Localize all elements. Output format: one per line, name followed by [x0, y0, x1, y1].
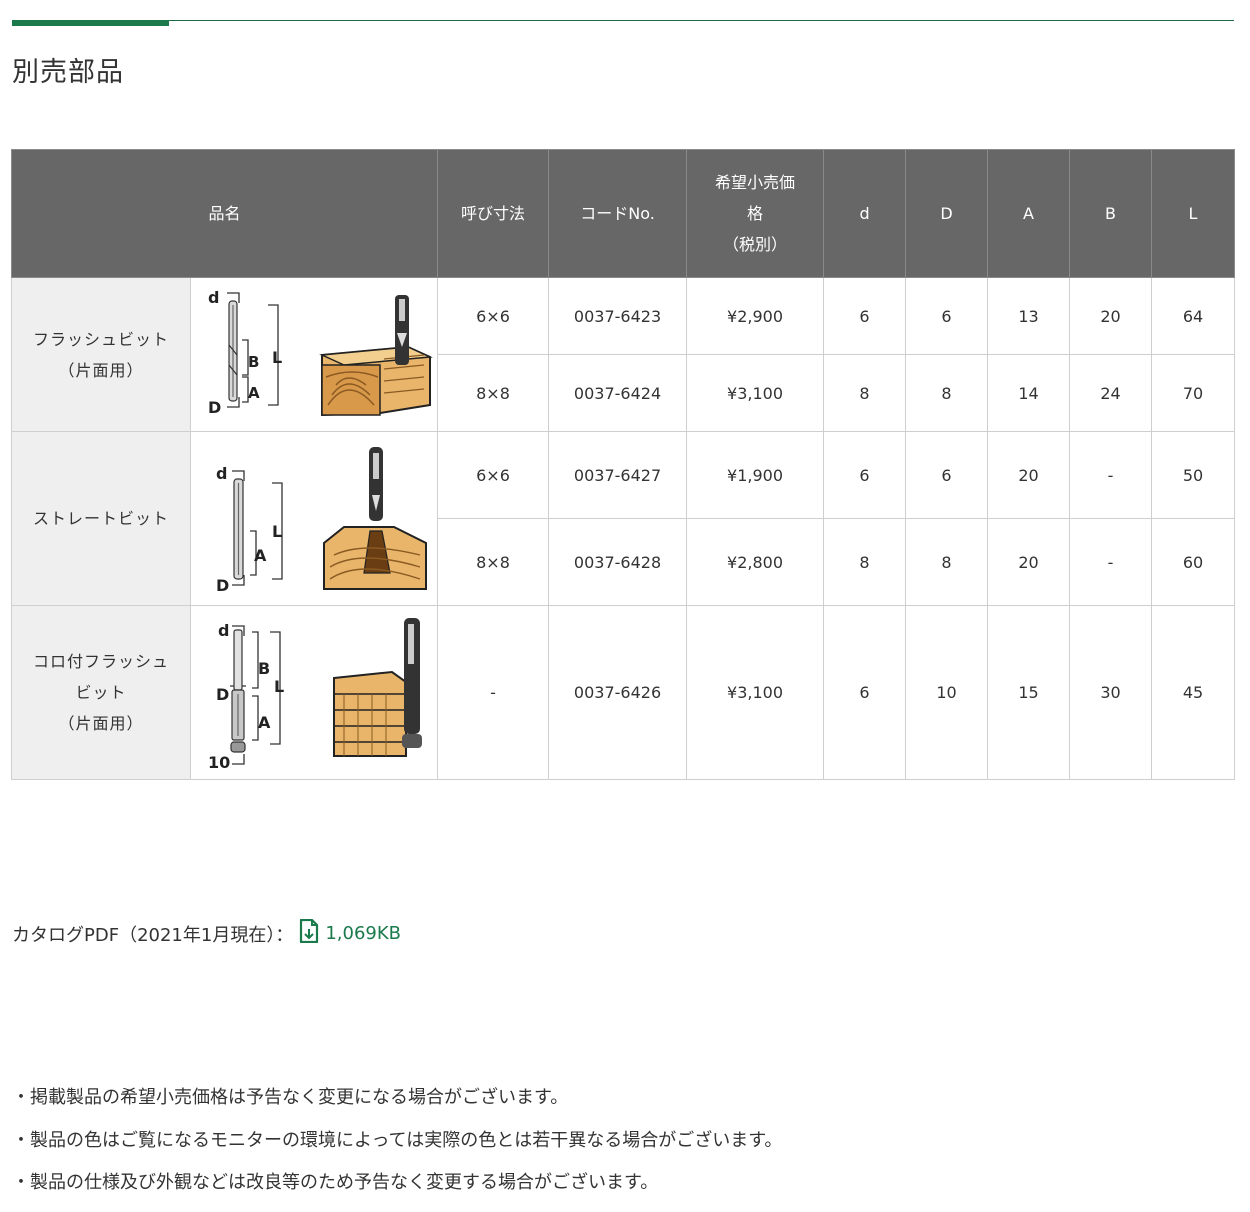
cell-code: 0037-6423: [548, 277, 688, 355]
catalog-label: カタログPDF（2021年1月現在）：: [12, 924, 294, 946]
diagram-label-D: D: [208, 398, 221, 417]
cell-price: ¥2,800: [686, 518, 825, 606]
table-row: ストレートビット d L A D 6×6 0037-6427 ¥1,900 6 …: [11, 431, 1236, 606]
header-d: d: [823, 149, 907, 278]
product-image-flush-bit: d B L A D: [189, 277, 439, 432]
product-image-bearing-flush-bit: d B L D A 10: [189, 605, 439, 780]
cell-size: 6×6: [437, 277, 550, 355]
cell-price: ¥3,100: [686, 605, 825, 780]
cell-code: 0037-6426: [548, 605, 688, 780]
cell-d: 6: [823, 431, 907, 519]
product-name-straight-bit: ストレートビット: [11, 431, 191, 606]
cell-price: ¥3,100: [686, 354, 825, 432]
product-name-line: （片面用）: [58, 714, 144, 733]
header-price-line: 格: [747, 204, 764, 223]
cell-D: 8: [905, 354, 989, 432]
header-L: L: [1151, 149, 1236, 278]
diagram-label-B: B: [258, 659, 270, 678]
cell-L: 50: [1151, 431, 1236, 519]
cell-d: 8: [823, 354, 907, 432]
diagram-label-D: D: [216, 685, 229, 704]
cell-size: 6×6: [437, 431, 550, 519]
diagram-label-L: L: [274, 677, 284, 696]
cell-A: 14: [987, 354, 1071, 432]
cell-D: 10: [905, 605, 989, 780]
cell-code: 0037-6424: [548, 354, 688, 432]
cell-d: 6: [823, 605, 907, 780]
cell-L: 60: [1151, 518, 1236, 606]
table-header-row: 品名 呼び寸法 コードNo. 希望小売価 格 （税別） d D A B L: [10, 149, 1236, 278]
header-A: A: [987, 149, 1071, 278]
table-row: コロ付フラッシュ ビット （片面用） d B L D A 10 - 0037-6…: [11, 605, 1236, 780]
diagram-label-A: A: [254, 546, 267, 565]
catalog-pdf-link[interactable]: 1,069KB: [299, 918, 402, 948]
cell-B: 24: [1069, 354, 1153, 432]
straight-bit-illustration: d L A D: [216, 446, 427, 595]
bearing-flush-bit-illustration: d B L D A 10: [208, 617, 422, 772]
diagram-label-d: d: [218, 621, 229, 640]
header-size: 呼び寸法: [437, 149, 550, 278]
cell-L: 70: [1151, 354, 1236, 432]
product-name-line: コロ付フラッシュ: [32, 652, 169, 671]
header-price: 希望小売価 格 （税別）: [686, 149, 825, 278]
cell-size: 8×8: [437, 518, 550, 606]
cell-A: 20: [987, 431, 1071, 519]
cell-d: 6: [823, 277, 907, 355]
diagram-label-D: D: [216, 576, 229, 595]
header-name: 品名: [10, 149, 439, 278]
cell-D: 6: [905, 431, 989, 519]
parts-table: 品名 呼び寸法 コードNo. 希望小売価 格 （税別） d D A B L フラ…: [10, 149, 1236, 780]
cell-A: 13: [987, 277, 1071, 355]
catalog-pdf-line: カタログPDF（2021年1月現在）： 1,069KB: [12, 918, 402, 948]
cell-B: -: [1069, 518, 1153, 606]
flush-bit-illustration: d B L A D: [208, 288, 433, 417]
diagram-label-10: 10: [208, 753, 230, 772]
cell-L: 45: [1151, 605, 1236, 780]
diagram-label-A: A: [258, 713, 271, 732]
diagram-label-d: d: [216, 464, 227, 483]
cell-D: 6: [905, 277, 989, 355]
header-D: D: [905, 149, 989, 278]
product-name-flush-bit: フラッシュビット （片面用）: [11, 277, 191, 432]
note-item: ・製品の色はご覧になるモニターの環境によっては実際の色とは若干異なる場合がござい…: [12, 1129, 783, 1151]
product-name-bearing-flush-bit: コロ付フラッシュ ビット （片面用）: [11, 605, 191, 780]
product-name-line: フラッシュビット: [32, 329, 169, 349]
diagram-label-L: L: [272, 522, 282, 541]
header-B: B: [1069, 149, 1153, 278]
diagram-label-A: A: [248, 384, 260, 402]
cell-size: -: [437, 605, 550, 780]
notes-list: ・掲載製品の希望小売価格は予告なく変更になる場合がございます。 ・製品の色はご覧…: [12, 1084, 782, 1212]
header-price-line: （税別）: [723, 235, 788, 254]
product-name-line: ビット: [75, 683, 127, 702]
cell-code: 0037-6428: [548, 518, 688, 606]
pdf-file-icon: [299, 918, 325, 948]
product-name-line: （片面用）: [58, 360, 144, 380]
cell-A: 15: [987, 605, 1071, 780]
page-title: 別売部品: [12, 57, 124, 88]
note-item: ・製品の仕様及び外観などは改良等のため予告なく変更する場合がございます。: [12, 1172, 659, 1193]
cell-D: 8: [905, 518, 989, 606]
table-row: フラッシュビット （片面用） d B L A D 6×6 0037-6423 ¥…: [11, 277, 1236, 432]
diagram-label-d: d: [208, 288, 219, 307]
cell-L: 64: [1151, 277, 1236, 355]
catalog-pdf-size: 1,069KB: [325, 923, 402, 944]
cell-B: 20: [1069, 277, 1153, 355]
header-price-line: 希望小売価: [715, 173, 796, 192]
diagram-label-L: L: [272, 348, 282, 367]
section-divider-accent: [12, 20, 169, 26]
cell-price: ¥1,900: [686, 431, 825, 519]
product-name-line: ストレートビット: [32, 509, 169, 528]
cell-B: 30: [1069, 605, 1153, 780]
header-code: コードNo.: [548, 149, 688, 278]
cell-d: 8: [823, 518, 907, 606]
cell-size: 8×8: [437, 354, 550, 432]
diagram-label-B: B: [248, 353, 259, 371]
note-item: ・掲載製品の希望小売価格は予告なく変更になる場合がございます。: [12, 1087, 569, 1108]
cell-price: ¥2,900: [686, 277, 825, 355]
cell-B: -: [1069, 431, 1153, 519]
product-image-straight-bit: d L A D: [189, 431, 439, 606]
section-divider: [12, 20, 1234, 21]
cell-A: 20: [987, 518, 1071, 606]
cell-code: 0037-6427: [548, 431, 688, 519]
